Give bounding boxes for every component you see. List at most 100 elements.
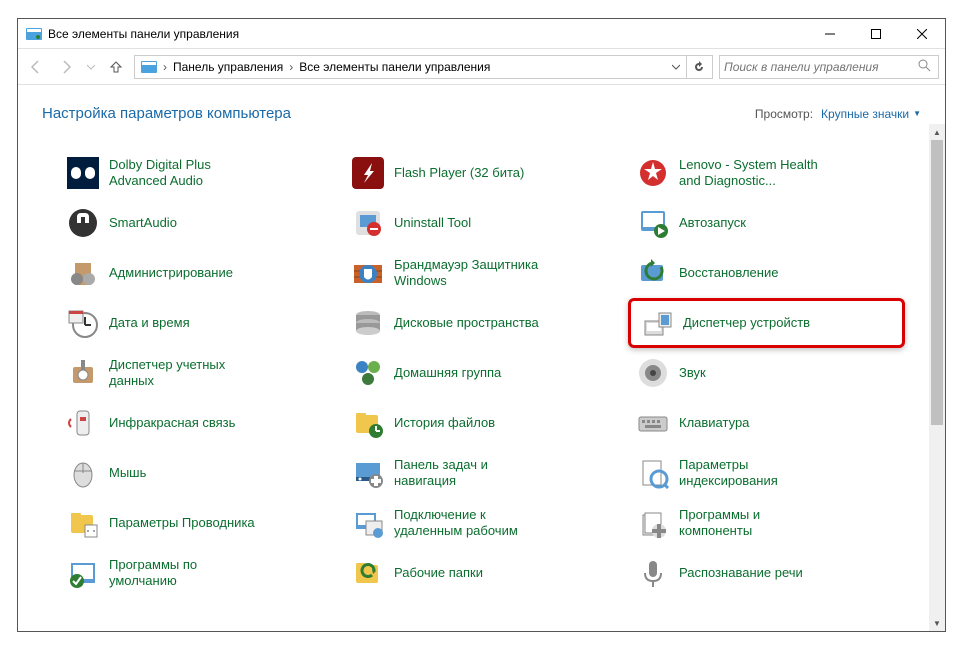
item-label: Подключение к удаленным рабочим	[394, 507, 549, 538]
control-panel-item[interactable]: История файлов	[343, 398, 620, 448]
items-grid: Dolby Digital Plus Advanced Audio Flash P…	[18, 124, 929, 631]
control-panel-item[interactable]: Dolby Digital Plus Advanced Audio	[58, 148, 335, 198]
control-panel-item[interactable]: Программы и компоненты	[628, 498, 905, 548]
minimize-button[interactable]	[807, 19, 853, 49]
address-bar[interactable]: › Панель управления › Все элементы панел…	[134, 55, 713, 79]
mouse-icon	[67, 457, 99, 489]
filehistory-icon	[352, 407, 384, 439]
lenovo-icon	[637, 157, 669, 189]
workfolders-icon	[352, 557, 384, 589]
scrollbar[interactable]: ▲ ▼	[929, 124, 945, 631]
homegroup-icon	[352, 357, 384, 389]
diskspaces-icon	[352, 307, 384, 339]
item-label: Flash Player (32 бита)	[394, 165, 524, 181]
item-label: Администрирование	[109, 265, 233, 281]
control-panel-item[interactable]: Диспетчер устройств	[628, 298, 905, 348]
admin-icon	[67, 257, 99, 289]
sound-icon	[637, 357, 669, 389]
infrared-icon	[67, 407, 99, 439]
control-panel-item[interactable]: Дисковые пространства	[343, 298, 620, 348]
forward-button[interactable]	[54, 55, 78, 79]
firewall-icon	[352, 257, 384, 289]
close-button[interactable]	[899, 19, 945, 49]
chevron-right-icon[interactable]: ›	[287, 60, 295, 74]
control-panel-item[interactable]: Дата и время	[58, 298, 335, 348]
scroll-track[interactable]	[929, 140, 945, 615]
control-panel-item[interactable]: Мышь	[58, 448, 335, 498]
devmgr-icon	[641, 307, 673, 339]
control-panel-item[interactable]: Подключение к удаленным рабочим	[343, 498, 620, 548]
item-label: Lenovo - System Health and Diagnostic...	[679, 157, 834, 188]
uninstall-icon	[352, 207, 384, 239]
item-label: Параметры индексирования	[679, 457, 834, 488]
control-panel-small-icon	[141, 59, 157, 75]
recovery-icon	[637, 257, 669, 289]
control-panel-item[interactable]: SmartAudio	[58, 198, 335, 248]
item-label: Мышь	[109, 465, 146, 481]
control-panel-item[interactable]: Uninstall Tool	[343, 198, 620, 248]
remoteapp-icon	[352, 507, 384, 539]
control-panel-item[interactable]: Диспетчер учетных данных	[58, 348, 335, 398]
indexing-icon	[637, 457, 669, 489]
refresh-button[interactable]	[686, 56, 710, 78]
control-panel-item[interactable]: Звук	[628, 348, 905, 398]
control-panel-item[interactable]: Параметры Проводника	[58, 498, 335, 548]
view-dropdown[interactable]: Крупные значки ▼	[821, 107, 921, 121]
back-button[interactable]	[24, 55, 48, 79]
item-label: Клавиатура	[679, 415, 749, 431]
control-panel-item[interactable]: Клавиатура	[628, 398, 905, 448]
programs-icon	[637, 507, 669, 539]
view-value-text: Крупные значки	[821, 107, 909, 121]
item-label: Инфракрасная связь	[109, 415, 235, 431]
up-button[interactable]	[104, 55, 128, 79]
recent-dropdown[interactable]	[84, 55, 98, 79]
window-controls	[807, 19, 945, 49]
item-label: Рабочие папки	[394, 565, 483, 581]
control-panel-item[interactable]: Автозапуск	[628, 198, 905, 248]
titlebar: Все элементы панели управления	[18, 19, 945, 49]
control-panel-item[interactable]: Параметры индексирования	[628, 448, 905, 498]
scroll-thumb[interactable]	[931, 140, 943, 425]
breadcrumb-2[interactable]: Все элементы панели управления	[295, 60, 494, 74]
control-panel-item[interactable]: Flash Player (32 бита)	[343, 148, 620, 198]
smartaudio-icon	[67, 207, 99, 239]
page-header: Настройка параметров компьютера Просмотр…	[18, 85, 945, 124]
scroll-down-button[interactable]: ▼	[929, 615, 945, 631]
control-panel-item[interactable]: Панель задач и навигация	[343, 448, 620, 498]
view-label: Просмотр:	[755, 107, 813, 121]
item-label: История файлов	[394, 415, 495, 431]
page-heading: Настройка параметров компьютера	[42, 105, 755, 122]
flash-icon	[352, 157, 384, 189]
address-dropdown-icon[interactable]	[666, 60, 686, 74]
search-box[interactable]	[719, 55, 939, 79]
search-input[interactable]	[724, 60, 918, 74]
control-panel-item[interactable]: Домашняя группа	[343, 348, 620, 398]
item-label: Диспетчер учетных данных	[109, 357, 264, 388]
control-panel-item[interactable]: Рабочие папки	[343, 548, 620, 598]
search-icon[interactable]	[918, 59, 934, 75]
item-label: Дисковые пространства	[394, 315, 539, 331]
chevron-right-icon[interactable]: ›	[161, 60, 169, 74]
item-label: Программы по умолчанию	[109, 557, 264, 588]
item-label: Dolby Digital Plus Advanced Audio	[109, 157, 264, 188]
item-label: Uninstall Tool	[394, 215, 471, 231]
maximize-button[interactable]	[853, 19, 899, 49]
control-panel-item[interactable]: Брандмауэр Защитника Windows	[343, 248, 620, 298]
control-panel-item[interactable]: Восстановление	[628, 248, 905, 298]
breadcrumb-1[interactable]: Панель управления	[169, 60, 287, 74]
control-panel-item[interactable]: Распознавание речи	[628, 548, 905, 598]
control-panel-item[interactable]: Lenovo - System Health and Diagnostic...	[628, 148, 905, 198]
speech-icon	[637, 557, 669, 589]
item-label: Домашняя группа	[394, 365, 501, 381]
control-panel-window: Все элементы панели управления	[17, 18, 946, 632]
folderopts-icon	[67, 507, 99, 539]
scroll-up-button[interactable]: ▲	[929, 124, 945, 140]
control-panel-item[interactable]: Программы по умолчанию	[58, 548, 335, 598]
control-panel-item[interactable]: Администрирование	[58, 248, 335, 298]
control-panel-icon	[26, 26, 42, 42]
dolby-icon	[67, 157, 99, 189]
datetime-icon	[67, 307, 99, 339]
item-label: Панель задач и навигация	[394, 457, 549, 488]
control-panel-item[interactable]: Инфракрасная связь	[58, 398, 335, 448]
item-label: Автозапуск	[679, 215, 746, 231]
